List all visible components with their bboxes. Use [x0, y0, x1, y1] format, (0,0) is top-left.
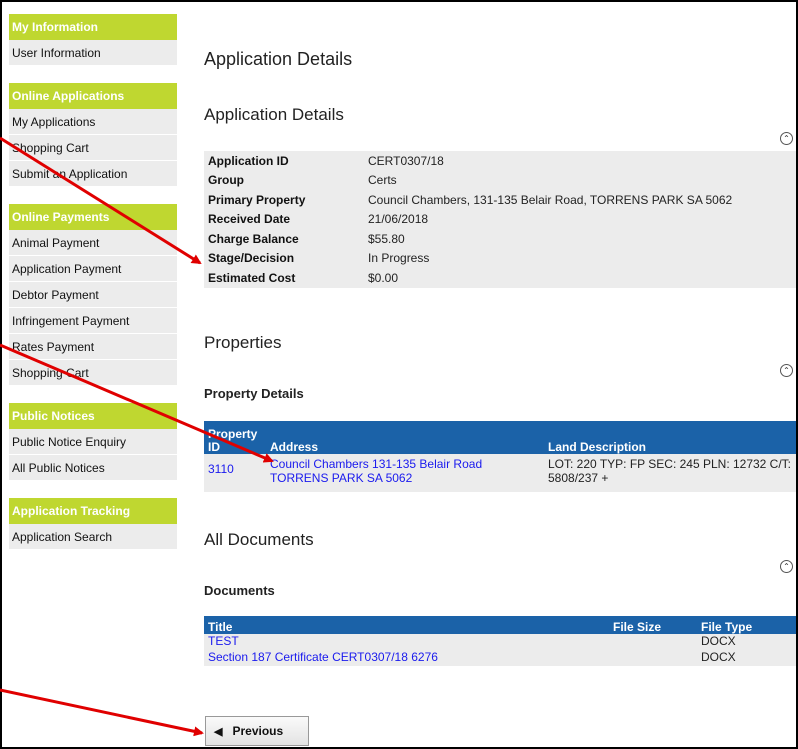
column-header-title[interactable]: Title: [204, 616, 609, 634]
table-row: Section 187 Certificate CERT0307/18 6276…: [204, 650, 796, 666]
detail-value: $0.00: [368, 270, 399, 285]
table-header-row: Title File Size File Type: [204, 616, 796, 634]
page-title: Application Details: [204, 49, 353, 69]
sidebar-group-title: Online Applications: [9, 83, 177, 109]
detail-value: Certs: [368, 173, 397, 188]
detail-value: In Progress: [368, 251, 430, 266]
sidebar-item-my-applications[interactable]: My Applications: [9, 109, 177, 135]
document-file-type: DOCX: [697, 650, 796, 666]
application-details-table: Application ID CERT0307/18 Group Certs Pri…: [204, 151, 796, 288]
sidebar-group-my-information: My Information User Information: [9, 14, 177, 66]
sidebar-item-all-public-notices[interactable]: All Public Notices: [9, 455, 177, 481]
sidebar-item-submit-application[interactable]: Submit an Application: [9, 161, 177, 187]
column-header-land-description[interactable]: Land Description: [544, 421, 796, 454]
property-address-link[interactable]: Council Chambers 131-135 Belair Road TOR…: [270, 457, 482, 485]
table-row: TEST DOCX: [204, 634, 796, 650]
collapse-documents-icon[interactable]: ⌃: [780, 560, 793, 573]
detail-value: $55.80: [368, 231, 405, 246]
column-header-property-id[interactable]: Property ID: [204, 421, 266, 454]
property-details-heading: Property Details: [204, 386, 304, 401]
sidebar-group-public-notices: Public Notices Public Notice Enquiry All…: [9, 403, 177, 481]
sidebar-item-debtor-payment[interactable]: Debtor Payment: [9, 282, 177, 308]
sidebar: My Information User Information Online A…: [9, 14, 177, 567]
column-header-file-type[interactable]: File Type: [697, 616, 796, 634]
documents-heading: Documents: [204, 583, 275, 598]
detail-label: Primary Property: [208, 192, 306, 207]
detail-label: Estimated Cost: [208, 270, 296, 285]
document-file-size: [609, 634, 697, 650]
property-table: Property ID Address Land Description 311…: [204, 421, 796, 492]
detail-value: 21/06/2018: [368, 212, 429, 227]
sidebar-item-user-information[interactable]: User Information: [9, 40, 177, 66]
section-heading-all-documents: All Documents: [204, 530, 314, 549]
land-description: LOT: 220 TYP: FP SEC: 245 PLN: 12732 C/T…: [544, 454, 796, 492]
detail-row: Primary Property Council Chambers, 131-13…: [204, 190, 796, 210]
table-row: 3110 Council Chambers 131-135 Belair Roa…: [204, 454, 796, 492]
triangle-left-icon: ◀: [214, 725, 223, 738]
sidebar-group-title: My Information: [9, 14, 177, 40]
detail-label: Application ID: [208, 153, 289, 168]
sidebar-group-title: Public Notices: [9, 403, 177, 429]
previous-button[interactable]: ◀ Previous: [205, 716, 309, 746]
detail-row: Group Certs: [204, 171, 796, 191]
sidebar-item-infringement-payment[interactable]: Infringement Payment: [9, 308, 177, 334]
sidebar-item-application-search[interactable]: Application Search: [9, 524, 177, 550]
sidebar-group-application-tracking: Application Tracking Application Search: [9, 498, 177, 550]
detail-row: Stage/Decision In Progress: [204, 249, 796, 269]
document-title-link[interactable]: Section 187 Certificate CERT0307/18 6276: [208, 650, 438, 664]
section-heading-properties: Properties: [204, 333, 282, 352]
detail-row: Application ID CERT0307/18: [204, 151, 796, 171]
column-header-address[interactable]: Address: [266, 421, 544, 454]
collapse-details-icon[interactable]: ⌃: [780, 132, 793, 145]
detail-label: Stage/Decision: [208, 251, 295, 266]
documents-table: Title File Size File Type TEST DOCX Sect…: [204, 616, 796, 666]
section-heading-application-details: Application Details: [204, 105, 344, 124]
property-id-link[interactable]: 3110: [208, 462, 234, 476]
previous-button-label: Previous: [232, 724, 284, 738]
detail-value: Council Chambers, 131-135 Belair Road, T…: [368, 192, 733, 207]
detail-row: Received Date 21/06/2018: [204, 210, 796, 230]
detail-row: Estimated Cost $0.00: [204, 268, 796, 288]
sidebar-group-online-payments: Online Payments Animal Payment Applicati…: [9, 204, 177, 386]
sidebar-item-application-payment[interactable]: Application Payment: [9, 256, 177, 282]
detail-label: Group: [208, 173, 244, 188]
sidebar-item-shopping-cart[interactable]: Shopping Cart: [9, 135, 177, 161]
detail-row: Charge Balance $55.80: [204, 229, 796, 249]
collapse-properties-icon[interactable]: ⌃: [780, 364, 793, 377]
sidebar-item-payments-shopping-cart[interactable]: Shopping Cart: [9, 360, 177, 386]
document-file-size: [609, 650, 697, 666]
sidebar-item-rates-payment[interactable]: Rates Payment: [9, 334, 177, 360]
table-header-row: Property ID Address Land Description: [204, 421, 796, 454]
document-file-type: DOCX: [697, 634, 796, 650]
sidebar-group-title: Online Payments: [9, 204, 177, 230]
sidebar-item-public-notice-enquiry[interactable]: Public Notice Enquiry: [9, 429, 177, 455]
detail-value: CERT0307/18: [368, 153, 444, 168]
column-header-file-size[interactable]: File Size: [609, 616, 697, 634]
sidebar-group-online-applications: Online Applications My Applications Shop…: [9, 83, 177, 187]
sidebar-item-animal-payment[interactable]: Animal Payment: [9, 230, 177, 256]
detail-label: Charge Balance: [208, 231, 299, 246]
sidebar-group-title: Application Tracking: [9, 498, 177, 524]
document-title-link[interactable]: TEST: [208, 634, 239, 648]
detail-label: Received Date: [208, 212, 291, 227]
